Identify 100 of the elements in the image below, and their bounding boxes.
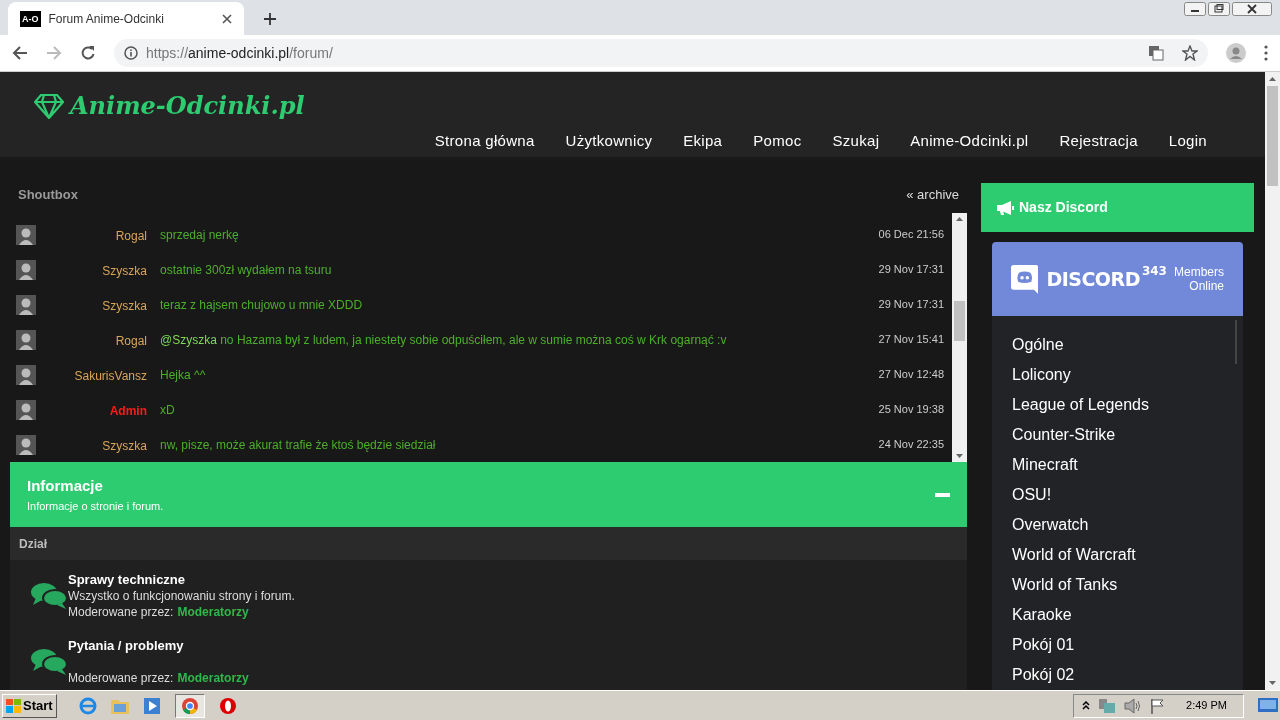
username[interactable]: Szyszka — [102, 438, 147, 453]
nav-link[interactable]: Pomoc — [753, 130, 802, 153]
diamond-icon — [34, 93, 64, 119]
channel-item[interactable]: League of Legends — [1012, 392, 1243, 422]
chevron-up-icon[interactable] — [1082, 700, 1091, 711]
translate-icon[interactable] — [1148, 45, 1164, 61]
megaphone-icon — [997, 200, 1014, 215]
scroll-up-icon[interactable] — [1269, 77, 1276, 81]
message-text: nw, pisze, może akurat trafie że ktoś będzie siedział — [160, 436, 437, 454]
show-desktop-icon[interactable] — [1258, 697, 1278, 714]
channel-item[interactable]: Ogólne — [1012, 332, 1243, 362]
star-icon[interactable] — [1182, 45, 1198, 61]
start-button[interactable]: Start — [2, 693, 57, 718]
chat-bubbles-icon — [30, 647, 68, 675]
nav-link[interactable]: Ekipa — [683, 130, 723, 153]
avatar — [16, 434, 36, 455]
avatar — [16, 259, 36, 280]
channel-item[interactable]: Karaoke — [1012, 602, 1243, 632]
windows-logo-icon — [6, 698, 21, 713]
message-text: @Szyszka no Hazama był z ludem, ja niestety sobie odpuściłem, ale w sumie można coś w Krk ogarnąć :v — [160, 331, 728, 349]
moderators-link[interactable]: Moderatorzy — [177, 604, 249, 620]
moderated-label: Moderowane przez: — [68, 670, 174, 686]
channel-item[interactable]: Counter-Strike — [1012, 422, 1243, 452]
archive-link[interactable]: « archive — [906, 184, 959, 205]
volume-icon[interactable] — [1124, 697, 1143, 714]
forum-title[interactable]: Sprawy techniczne — [68, 571, 295, 588]
reload-icon[interactable] — [80, 45, 96, 61]
message-time: 29 Nov 17:31 — [878, 297, 944, 313]
nav-link[interactable]: Login — [1168, 130, 1207, 153]
opera-icon[interactable] — [218, 696, 237, 715]
channel-item[interactable]: Pokój 01 — [1012, 632, 1243, 662]
widget-title: Nasz Discord — [1019, 198, 1108, 217]
close-icon[interactable] — [222, 13, 232, 24]
category-subtitle: Informacje o stronie i forum. — [27, 498, 164, 514]
message-time: 27 Nov 15:41 — [878, 332, 944, 348]
message-text: teraz z hajsem chujowo u mnie XDDD — [160, 296, 364, 314]
tab-title: Forum Anime-Odcinki — [48, 10, 165, 28]
channel-item[interactable]: Lolicony — [1012, 362, 1243, 392]
message-text: sprzedaj nerkę — [160, 226, 240, 244]
avatar — [16, 364, 36, 385]
forum-title[interactable]: Pytania / problemy — [68, 637, 249, 654]
menu-icon[interactable] — [1264, 45, 1268, 61]
message-text: Hejka ^^ — [160, 366, 207, 384]
chat-bubbles-icon — [30, 581, 68, 609]
nav-link[interactable]: Użytkownicy — [565, 130, 653, 153]
channel-item[interactable]: Pokój 02 — [1012, 662, 1243, 690]
username[interactable]: Admin — [109, 403, 147, 418]
members-online-label: Members Online — [1173, 265, 1224, 293]
back-icon[interactable] — [12, 45, 28, 61]
message-time: 24 Nov 22:35 — [878, 437, 944, 453]
username[interactable]: Rogal — [115, 228, 147, 243]
new-tab-icon[interactable] — [264, 13, 276, 25]
profile-icon[interactable] — [1226, 43, 1246, 63]
restore-icon[interactable] — [1208, 2, 1230, 16]
nav-link[interactable]: Rejestracja — [1059, 130, 1138, 153]
moderators-link[interactable]: Moderatorzy — [177, 670, 249, 686]
moderated-label: Moderowane przez: — [68, 604, 174, 620]
scroll-down-icon[interactable] — [956, 454, 963, 458]
forum-description: Wszystko o funkcjonowaniu strony i forum. — [68, 588, 295, 604]
channel-item[interactable]: World of Tanks — [1012, 572, 1243, 602]
message-time: 29 Nov 17:31 — [878, 262, 944, 278]
site-logo[interactable]: Anime-Odcinki.pl — [70, 88, 305, 124]
message-time: 25 Nov 19:38 — [878, 402, 944, 418]
media-player-icon[interactable] — [142, 696, 161, 715]
scroll-up-icon[interactable] — [956, 217, 963, 221]
clock: 2:49 PM — [1186, 698, 1227, 714]
scrollbar[interactable] — [952, 213, 967, 462]
chrome-icon — [181, 697, 198, 714]
scroll-down-icon[interactable] — [1269, 681, 1276, 685]
avatar — [16, 329, 36, 350]
favicon: A-O — [20, 10, 41, 27]
column-header: Dział — [19, 535, 47, 553]
discord-icon — [1011, 262, 1039, 296]
message-text: ostatnie 300zł wydałem na tsuru — [160, 261, 333, 279]
avatar — [16, 294, 36, 315]
scrollbar-thumb[interactable] — [954, 301, 965, 341]
channel-item[interactable]: OSU! — [1012, 482, 1243, 512]
channel-item[interactable]: Overwatch — [1012, 512, 1243, 542]
username[interactable]: Szyszka — [102, 263, 147, 278]
url-text: https://anime-odcinki.pl/forum/ — [146, 43, 333, 63]
close-icon[interactable] — [1232, 2, 1272, 16]
username[interactable]: Szyszka — [102, 298, 147, 313]
minimize-icon[interactable] — [1184, 2, 1206, 16]
nav-link[interactable]: Anime-Odcinki.pl — [910, 130, 1029, 153]
username[interactable]: Rogal — [115, 333, 147, 348]
nav-link[interactable]: Strona główna — [434, 130, 535, 153]
info-icon[interactable] — [124, 46, 138, 60]
browser-tab[interactable]: A-O Forum Anime-Odcinki — [8, 2, 244, 35]
channel-item[interactable]: Minecraft — [1012, 452, 1243, 482]
username[interactable]: SakurisVansz — [74, 368, 147, 383]
shoutbox-title: Shoutbox — [18, 185, 78, 204]
address-bar[interactable]: https://anime-odcinki.pl/forum/ — [114, 39, 1208, 67]
message-time: 27 Nov 12:48 — [878, 367, 944, 383]
discord-wordmark: DISCORD — [1046, 266, 1140, 292]
page-scrollbar-thumb[interactable] — [1267, 86, 1278, 186]
chrome-taskbar-button[interactable] — [174, 693, 205, 718]
nav-link[interactable]: Szukaj — [832, 130, 880, 153]
avatar — [16, 399, 36, 420]
channel-item[interactable]: World of Warcraft — [1012, 542, 1243, 572]
message-time: 06 Dec 21:56 — [878, 227, 944, 243]
